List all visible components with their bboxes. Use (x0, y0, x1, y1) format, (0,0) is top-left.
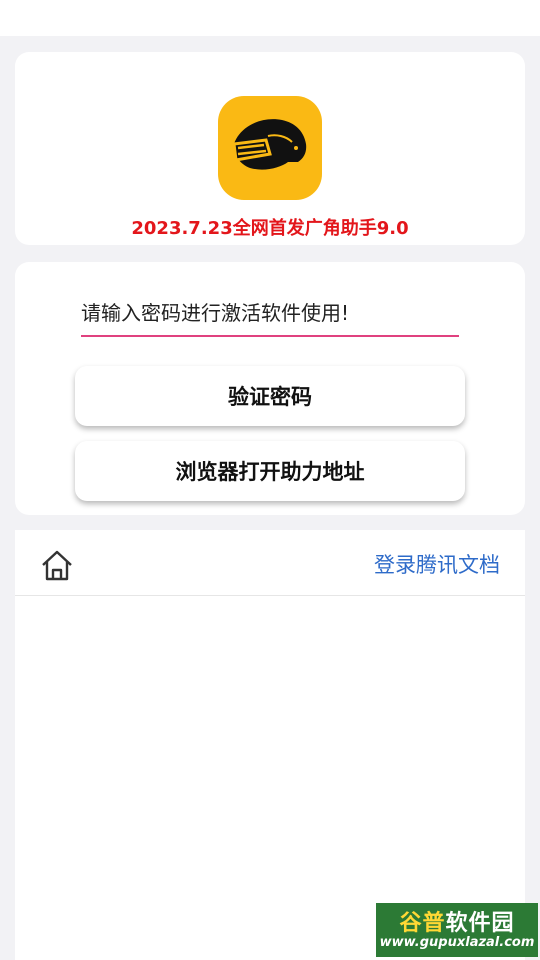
verify-password-button[interactable]: 验证密码 (75, 366, 465, 426)
watermark-url: www.gupuxlazal.com (379, 935, 535, 950)
login-tencent-docs-link[interactable]: 登录腾讯文档 (374, 549, 500, 579)
password-input[interactable] (81, 295, 459, 337)
divider (15, 595, 525, 596)
watermark-brand: 谷普软件园 (399, 911, 515, 936)
helmet-icon (218, 96, 322, 200)
open-in-browser-button[interactable]: 浏览器打开助力地址 (75, 441, 465, 501)
watermark-logo: 谷普软件园 www.gupuxlazal.com (376, 903, 538, 957)
app-title: 2023.7.23全网首发广角助手9.0 (131, 218, 409, 239)
home-icon[interactable] (40, 548, 74, 582)
status-bar (0, 0, 540, 36)
